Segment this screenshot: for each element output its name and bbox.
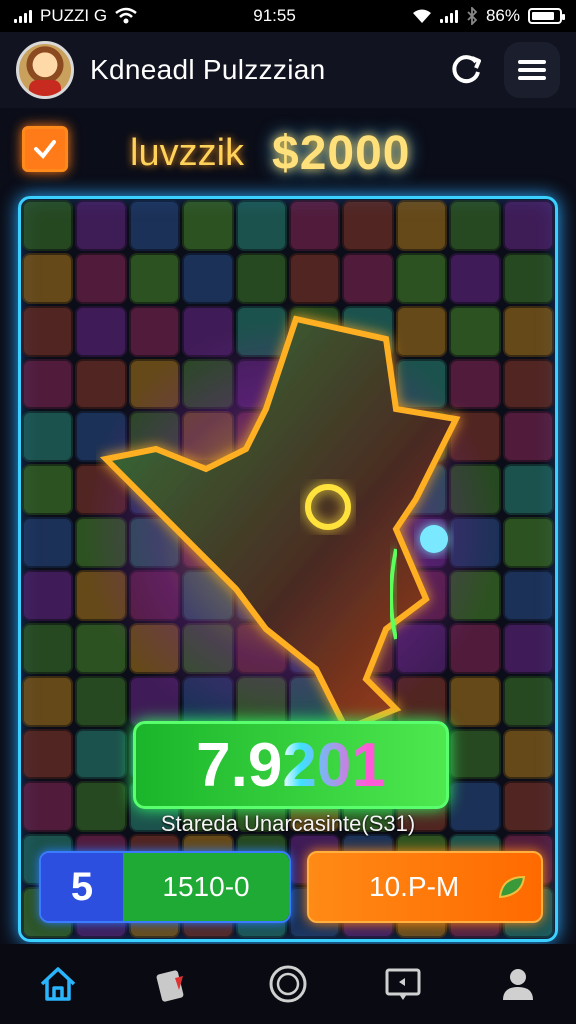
glowing-puzzle-piece-icon: [99, 315, 461, 733]
points-value: 1510-0: [123, 853, 289, 921]
circle-icon: [269, 965, 307, 1003]
nav-center[interactable]: [258, 954, 318, 1014]
puzzle-tile: [502, 252, 554, 304]
wifi-icon: [115, 7, 137, 24]
status-right: 86%: [412, 6, 565, 26]
puzzle-tile: [22, 517, 74, 568]
puzzle-tile: [22, 622, 74, 674]
menu-button[interactable]: [504, 42, 560, 98]
bluetooth-icon: [467, 7, 478, 25]
puzzle-tile: [395, 200, 448, 251]
puzzle-tile: [182, 200, 234, 251]
cards-icon: [156, 970, 184, 1002]
check-icon: [34, 140, 56, 160]
nav-home[interactable]: [28, 954, 88, 1014]
level-points-panel[interactable]: 5 1510-0: [39, 851, 291, 923]
wifi-icon-right: [412, 9, 431, 23]
hamburger-menu-icon: [518, 56, 546, 84]
cell-signal-icon: [439, 9, 458, 23]
chat-icon: [385, 968, 421, 1000]
puzzle-tile: [502, 200, 554, 251]
puzzle-tile: [22, 728, 74, 780]
signal-icon: [14, 9, 32, 23]
nav-chat[interactable]: [373, 954, 433, 1014]
puzzle-tile: [22, 305, 74, 357]
player-avatar[interactable]: [16, 41, 74, 99]
puzzle-tile: [128, 200, 181, 251]
puzzle-tile: [22, 252, 74, 304]
time-panel[interactable]: 10.P-M: [307, 851, 543, 923]
refresh-icon: [452, 55, 481, 84]
carrier-label: PUZZI G: [40, 6, 108, 25]
battery-percent: 86%: [485, 6, 520, 25]
score-value: $2000: [272, 127, 411, 180]
score-subtitle: Stareda Unarcasinte(S31): [160, 811, 416, 836]
status-bar: PUZZI G 91:55 86%: [0, 0, 576, 32]
puzzle-tile: [75, 252, 127, 304]
puzzle-tile: [75, 200, 127, 251]
app-header: Kdneadl Pulzzzian: [0, 32, 576, 108]
puzzle-tile: [128, 252, 181, 304]
score-row: luvzzik $2000: [0, 120, 576, 184]
level-number: 5: [41, 853, 123, 921]
puzzle-tile: [395, 252, 448, 304]
bottom-nav: [0, 944, 576, 1024]
puzzle-tile: [22, 570, 74, 621]
checkbox-button[interactable]: [22, 126, 68, 172]
refresh-button[interactable]: [438, 42, 494, 98]
clock: 91:55: [253, 6, 296, 25]
puzzle-tile: [235, 252, 287, 304]
puzzle-tile: [22, 675, 74, 727]
puzzle-tile: [449, 252, 501, 304]
puzzle-tile: [289, 252, 341, 304]
home-icon: [40, 967, 75, 1001]
leaf-icon: [498, 875, 526, 899]
puzzle-tile: [22, 411, 74, 463]
puzzle-tile: [289, 200, 341, 251]
puzzle-tile: [342, 252, 394, 304]
puzzle-tile: [342, 200, 394, 251]
time-value: 10.P-M: [369, 871, 460, 902]
puzzle-board[interactable]: 7.9201 Stareda Unarcasinte(S31) 5 1510-0…: [18, 196, 558, 942]
puzzle-tile: [22, 358, 74, 410]
nav-cards[interactable]: [143, 954, 203, 1014]
main-score-panel: 7.9201: [133, 721, 449, 809]
app-title: Kdneadl Pulzzzian: [90, 54, 326, 85]
puzzle-tile: [22, 200, 74, 251]
main-score-value: 7.9201: [196, 730, 386, 800]
nav-profile[interactable]: [488, 954, 548, 1014]
status-left: PUZZI G: [14, 6, 137, 26]
battery-icon: [527, 8, 565, 24]
puzzle-tile: [182, 252, 234, 304]
puzzle-tile: [235, 200, 287, 251]
score-label: luvzzik: [130, 132, 245, 174]
profile-icon: [503, 969, 534, 1000]
puzzle-tile: [449, 200, 501, 251]
puzzle-tile: [22, 464, 74, 516]
